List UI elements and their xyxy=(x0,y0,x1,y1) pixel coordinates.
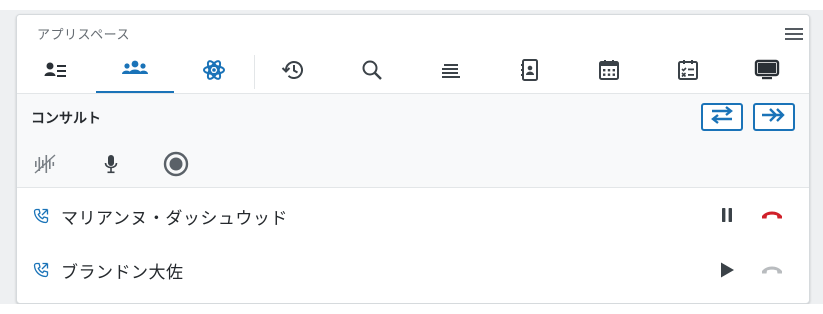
hold-button[interactable] xyxy=(714,204,740,230)
queue-list-icon xyxy=(439,60,463,84)
tab-queue[interactable] xyxy=(412,51,490,93)
hangup-icon xyxy=(760,207,784,227)
microphone-button[interactable] xyxy=(96,151,126,181)
record-button[interactable] xyxy=(161,151,191,181)
address-book-icon xyxy=(519,58,541,86)
tab-calendar[interactable] xyxy=(570,51,648,93)
pause-icon xyxy=(719,206,735,228)
panel-title: アプリスペース xyxy=(37,28,130,43)
transfer-icon xyxy=(709,105,735,129)
tab-history[interactable] xyxy=(254,51,332,93)
consult-section: コンサルト xyxy=(17,94,809,188)
tab-bar xyxy=(17,51,809,94)
fast-forward-button[interactable] xyxy=(753,103,795,131)
monitor-icon xyxy=(754,58,780,86)
tab-contact[interactable] xyxy=(17,51,95,93)
hangup-button-disabled[interactable] xyxy=(759,259,785,285)
resume-button[interactable] xyxy=(714,259,740,285)
history-icon xyxy=(281,59,305,85)
checklist-icon xyxy=(676,58,700,86)
microphone-icon xyxy=(101,152,121,180)
caller-name: ブランドン大佐 xyxy=(61,263,184,283)
record-icon xyxy=(163,151,189,181)
search-icon xyxy=(361,59,383,85)
caller-name: マリアンヌ・ダッシュウッド xyxy=(61,209,288,229)
atom-icon xyxy=(202,58,226,86)
audio-muted-button[interactable] xyxy=(30,151,60,181)
call-row[interactable]: マリアンヌ・ダッシュウッド xyxy=(17,191,809,243)
calendar-icon xyxy=(597,58,621,86)
contact-card-icon xyxy=(44,60,68,84)
panel-header: アプリスペース xyxy=(17,15,809,50)
tab-atom[interactable] xyxy=(175,51,253,93)
tab-checklist[interactable] xyxy=(649,51,727,93)
hamburger-menu-icon[interactable] xyxy=(783,25,805,43)
tab-address-book[interactable] xyxy=(491,51,569,93)
fast-forward-icon xyxy=(760,106,788,128)
transfer-button[interactable] xyxy=(701,103,743,131)
tab-monitor[interactable] xyxy=(728,51,806,93)
tab-search[interactable] xyxy=(333,51,411,93)
phone-call-icon xyxy=(33,262,49,278)
phone-call-icon xyxy=(33,208,49,224)
tab-people[interactable] xyxy=(96,51,174,93)
hangup-button[interactable] xyxy=(759,204,785,230)
call-row[interactable]: ブランドン大佐 xyxy=(17,245,809,297)
hangup-icon xyxy=(760,262,784,282)
consult-title: コンサルト xyxy=(31,111,101,127)
waveform-muted-icon xyxy=(32,152,58,180)
page-bottom-strip xyxy=(0,304,823,314)
page-top-strip xyxy=(0,0,823,10)
people-group-icon xyxy=(121,59,149,83)
play-icon xyxy=(718,261,736,283)
app-space-panel: アプリスペース コンサルト マリアンヌ・ダッシュウッド ブランドン大佐 xyxy=(16,14,810,304)
